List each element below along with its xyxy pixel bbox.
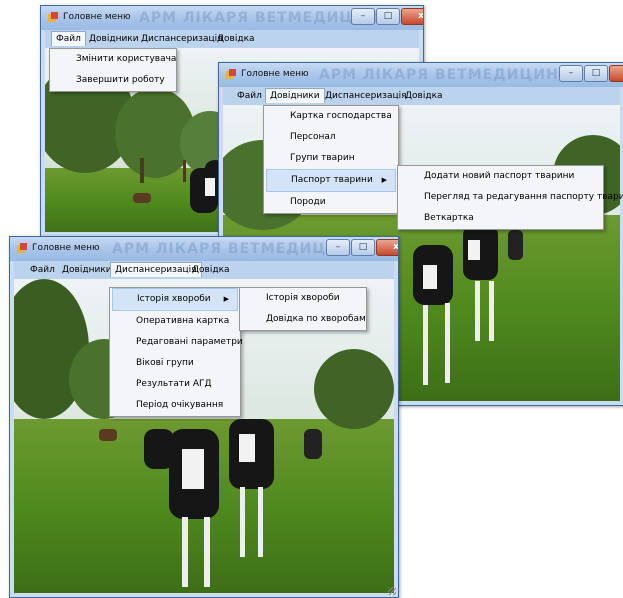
menu-item-farm-card[interactable]: Картка господарства <box>264 106 398 127</box>
menu-item-waiting-period[interactable]: Період очікування <box>110 395 240 416</box>
menu-item-agd-results[interactable]: Результати АГД <box>110 374 240 395</box>
menu-item-label: Історія хвороби <box>137 294 211 304</box>
menu-help[interactable]: Довідка <box>401 89 447 103</box>
menu-item-animal-groups[interactable]: Групи тварин <box>264 148 398 169</box>
minimize-button[interactable]: – <box>559 65 583 82</box>
submenu-arrow-icon: ▶ <box>381 176 387 184</box>
menu-file[interactable]: Файл <box>51 31 86 46</box>
menu-bar: Файл Довідники Диспансеризація Довідка <box>14 261 394 280</box>
close-button[interactable]: x <box>376 239 398 256</box>
dispensary-dropdown: Історія хвороби ▶ Оперативна картка Реда… <box>109 287 243 417</box>
menu-item-edit-passport[interactable]: Перегляд та редагування паспорту тварини <box>398 187 623 208</box>
title-bar[interactable]: Головне меню АРМ ЛІКАРЯ ВЕТМЕДИЦИНИ – □ … <box>219 63 623 87</box>
title-bar[interactable]: Головне меню АРМ ЛІКАРЯ ВЕТМЕДИЦИНИ – □ … <box>41 6 423 30</box>
close-button[interactable]: x <box>401 8 423 25</box>
menu-item-disease-reference[interactable]: Довідка по хворобам <box>240 309 366 330</box>
menu-bar: Файл Довідники Диспансеризація Довідка <box>223 87 620 106</box>
directories-dropdown: Картка господарства Персонал Групи твари… <box>263 105 399 214</box>
menu-dispensary[interactable]: Диспансеризація <box>321 89 411 103</box>
window-title: Головне меню <box>32 243 100 253</box>
menu-help[interactable]: Довідка <box>213 32 259 46</box>
menu-item-vet-card[interactable]: Веткартка <box>398 208 603 229</box>
close-button[interactable]: x <box>609 65 623 82</box>
minimize-button[interactable]: – <box>351 8 375 25</box>
menu-directories[interactable]: Довідники <box>58 263 116 277</box>
menu-item-medical-history[interactable]: Історія хвороби ▶ <box>112 288 238 311</box>
menu-file[interactable]: Файл <box>26 263 59 277</box>
menu-directories[interactable]: Довідники <box>85 32 143 46</box>
maximize-button[interactable]: □ <box>376 8 400 25</box>
menu-item-operative-card[interactable]: Оперативна картка <box>110 311 240 332</box>
app-icon <box>48 12 58 22</box>
title-bar[interactable]: Головне меню АРМ ЛІКАРЯ ВЕТМЕДИЦИНИ – □ … <box>10 237 398 261</box>
submenu-arrow-icon: ▶ <box>223 295 229 303</box>
watermark: АРМ ЛІКАРЯ ВЕТМЕДИЦИНИ <box>319 67 572 83</box>
menu-file[interactable]: Файл <box>233 89 266 103</box>
medical-history-submenu: Історія хвороби Довідка по хворобам <box>239 287 367 331</box>
menu-item-label: Паспорт тварини <box>291 175 373 185</box>
maximize-button[interactable]: □ <box>351 239 375 256</box>
menu-directories[interactable]: Довідники <box>265 88 325 103</box>
menu-item-age-groups[interactable]: Вікові групи <box>110 353 240 374</box>
window-title: Головне меню <box>241 69 309 79</box>
menu-item-change-user[interactable]: Змінити користувача <box>50 49 176 70</box>
menu-item-staff[interactable]: Персонал <box>264 127 398 148</box>
menu-help[interactable]: Довідка <box>188 263 234 277</box>
app-icon <box>17 243 27 253</box>
menu-item-add-passport[interactable]: Додати новий паспорт тварини <box>398 166 603 187</box>
menu-item-edited-params[interactable]: Редаговані параметри <box>110 332 243 353</box>
window-title: Головне меню <box>63 12 131 22</box>
menu-item-disease-history[interactable]: Історія хвороби <box>240 288 366 309</box>
file-dropdown: Змінити користувача Завершити роботу <box>49 48 177 92</box>
maximize-button[interactable]: □ <box>584 65 608 82</box>
passport-submenu: Додати новий паспорт тварини Перегляд та… <box>397 165 623 230</box>
resize-grip-icon[interactable] <box>388 587 396 595</box>
menu-item-exit[interactable]: Завершити роботу <box>50 70 176 91</box>
menu-item-animal-passport[interactable]: Паспорт тварини ▶ <box>266 169 396 192</box>
menu-bar: Файл Довідники Диспансеризація Довідка <box>45 30 419 49</box>
app-icon <box>226 69 236 79</box>
main-menu-window-dispensary: Головне меню АРМ ЛІКАРЯ ВЕТМЕДИЦИНИ – □ … <box>9 236 399 598</box>
minimize-button[interactable]: – <box>326 239 350 256</box>
menu-item-breeds[interactable]: Породи <box>264 192 398 213</box>
